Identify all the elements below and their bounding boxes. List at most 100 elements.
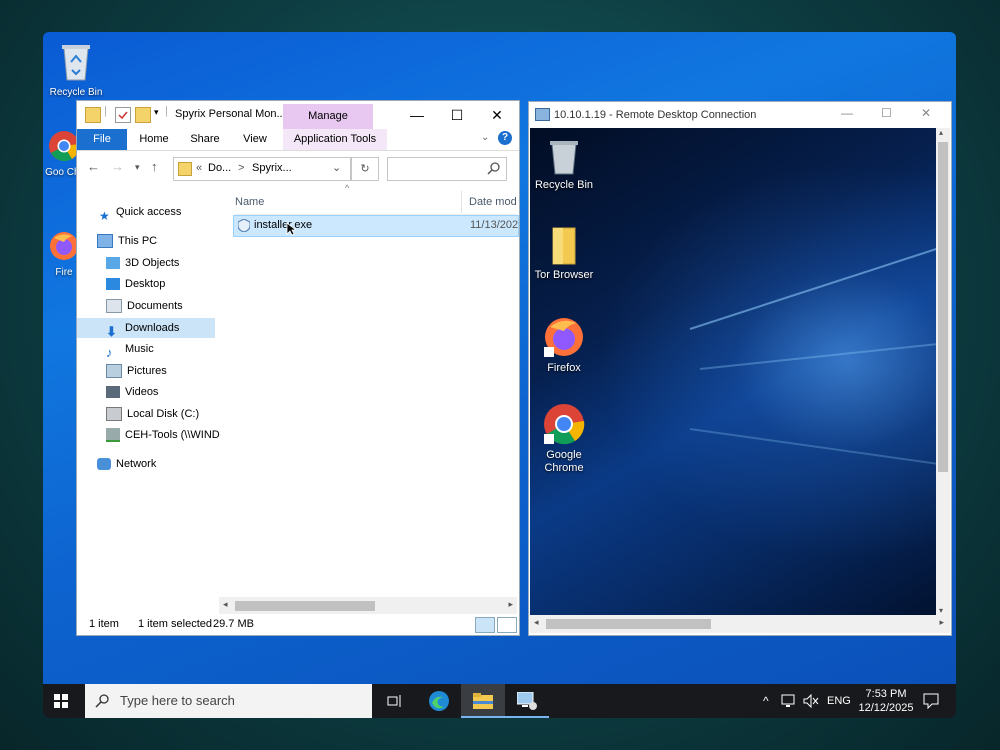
search-input[interactable] [387,157,507,181]
recent-locations-icon[interactable]: ▾ [135,162,140,173]
language-indicator[interactable]: ENG [827,684,851,718]
explorer-title-bar[interactable]: | ▾ | Spyrix Personal Mon... Manage — ☐ … [77,101,519,129]
maximize-button[interactable]: ☐ [437,101,477,129]
folder-icon [85,107,101,123]
nav-label: Videos [125,386,159,398]
music-icon: ♪ [106,345,113,361]
rdp-icon-tor-browser[interactable]: Tor Browser [530,226,599,281]
rdp-icon-firefox[interactable]: Firefox [530,315,599,374]
new-folder-icon[interactable] [135,107,151,123]
volume-icon[interactable] [803,694,819,708]
ribbon-tabs: File Home Share View Application Tools ⌄… [77,129,519,151]
column-name[interactable]: Name [235,196,264,208]
nav-desktop[interactable]: Desktop [106,274,165,294]
tab-home[interactable]: Home [131,129,177,150]
nav-pictures[interactable]: Pictures [106,361,167,381]
taskbar-edge[interactable] [417,684,461,718]
desktop-folder-icon [106,278,120,291]
scroll-down-icon[interactable]: ▾ [939,606,943,615]
taskbar-remote-desktop[interactable] [505,684,549,718]
rdp-vertical-scrollbar[interactable]: ▴ ▾ [936,128,950,615]
window-title: 10.10.1.19 - Remote Desktop Connection [554,109,757,121]
window-title: Spyrix Personal Mon... [175,108,286,120]
minimize-button[interactable]: — [841,106,853,120]
rdp-icon-chrome[interactable]: Google Chrome [530,402,599,475]
scroll-up-icon[interactable]: ▴ [939,128,943,137]
taskbar-search-input[interactable]: Type here to search [85,684,372,718]
scroll-thumb[interactable] [938,142,948,472]
remote-desktop-window[interactable]: 10.10.1.19 - Remote Desktop Connection —… [528,101,952,636]
back-arrow-icon[interactable]: ← [87,159,100,174]
address-bar[interactable]: « Do... > Spyrix... ⌄ [173,157,351,181]
customize-qa-icon[interactable]: ▾ [154,107,159,118]
rdp-icon-recycle-bin[interactable]: Recycle Bin [530,136,599,191]
task-view-button[interactable] [373,684,417,718]
nav-videos[interactable]: Videos [106,382,158,402]
nav-local-disk[interactable]: Local Disk (C:) [106,404,199,424]
file-name: installer.exe [254,219,313,231]
file-row[interactable]: installer.exe 11/13/202 [233,215,519,237]
nav-downloads[interactable]: ⬇ Downloads [77,318,215,339]
crumb-overflow[interactable]: « [196,162,202,174]
nav-label: Documents [127,300,183,312]
breadcrumb-spyrix[interactable]: Spyrix... [252,162,292,174]
column-date[interactable]: Date mod [469,196,517,208]
desktop-icon-label: Fire [55,267,73,278]
recycle-bin-icon [45,40,107,85]
minimize-button[interactable]: — [397,101,437,129]
scroll-left-icon[interactable]: ◂ [534,617,539,628]
nav-3d-objects[interactable]: 3D Objects [106,253,179,273]
scroll-left-icon[interactable]: ◂ [223,599,228,610]
nav-label: This PC [118,235,158,247]
file-explorer-window[interactable]: | ▾ | Spyrix Personal Mon... Manage — ☐ … [76,100,520,636]
nav-label: CEH-Tools (\\WIND [125,429,220,441]
nav-documents[interactable]: Documents [106,296,183,316]
horizontal-scrollbar[interactable]: ◂ ▸ [219,597,517,614]
tab-share[interactable]: Share [183,129,227,150]
nav-ceh-tools[interactable]: CEH-Tools (\\WIND [106,425,220,445]
wallpaper-beam [699,336,936,370]
nav-quick-access[interactable]: ★ Quick access [99,202,181,223]
close-button[interactable]: ✕ [477,101,517,129]
notification-icon[interactable] [923,693,939,709]
refresh-button[interactable]: ↻ [351,157,379,181]
nav-this-pc[interactable]: This PC [97,231,157,251]
large-icons-view-icon[interactable] [497,617,517,633]
wallpaper-beam [689,428,936,472]
network-status-icon[interactable] [781,694,797,708]
desktop-icon-recycle-bin[interactable]: Recycle Bin [45,40,107,98]
scroll-thumb[interactable] [235,601,375,611]
tab-manage[interactable]: Manage [283,104,373,129]
up-arrow-icon[interactable]: ↑ [151,159,158,174]
clock[interactable]: 7:53 PM 12/12/2025 [855,687,917,718]
taskbar-file-explorer[interactable] [461,684,505,718]
tab-application-tools[interactable]: Application Tools [283,129,387,150]
nav-label: Pictures [127,365,167,377]
nav-music[interactable]: ♪ Music [106,339,154,361]
close-button[interactable]: ✕ [921,106,931,120]
status-bar: 1 item 1 item selected 29.7 MB [77,613,519,635]
search-icon [487,162,500,175]
nav-label: Network [116,458,157,470]
maximize-button[interactable]: ☐ [881,106,892,120]
rdp-title-bar[interactable]: 10.10.1.19 - Remote Desktop Connection —… [529,102,951,127]
help-icon[interactable]: ? [498,131,512,145]
show-hidden-icons[interactable]: ^ [763,684,769,718]
scroll-right-icon[interactable]: ▸ [508,599,513,610]
properties-icon[interactable] [115,107,131,123]
scroll-thumb[interactable] [546,619,711,629]
windows-start-icon[interactable] [54,694,68,708]
collapse-ribbon-icon[interactable]: ⌄ [481,132,489,143]
tab-view[interactable]: View [233,129,277,150]
breadcrumb-downloads[interactable]: Do... [208,162,231,174]
scroll-right-icon[interactable]: ▸ [939,617,944,628]
forward-arrow-icon[interactable]: → [111,159,124,174]
nav-network[interactable]: Network [97,454,156,474]
nav-label: Desktop [125,278,166,290]
column-header: ^ Name Date mod [235,183,517,215]
remote-desktop-screen[interactable]: Recycle Bin Tor Browser Firefox Google C… [530,128,936,615]
tab-file[interactable]: File [77,129,127,150]
details-view-icon[interactable] [475,617,495,633]
rdp-horizontal-scrollbar[interactable]: ◂ ▸ [530,615,950,633]
chevron-down-icon[interactable]: ⌄ [332,161,341,174]
